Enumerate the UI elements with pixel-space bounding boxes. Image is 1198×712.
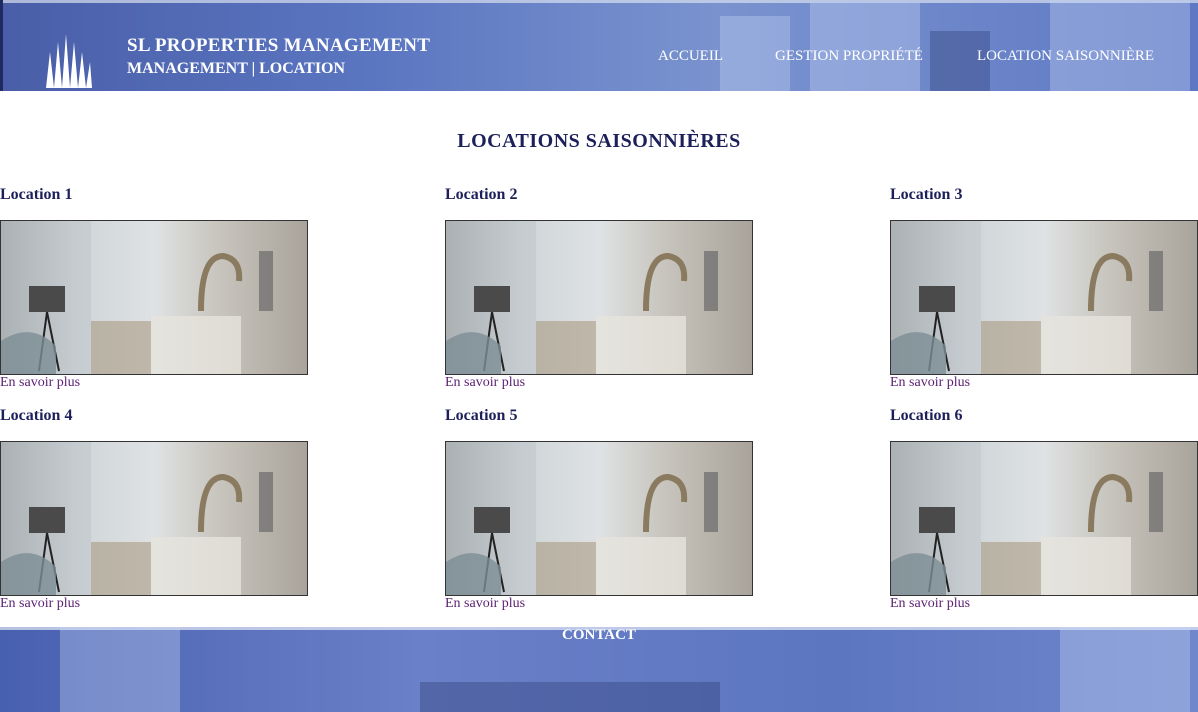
header-top-border [0, 0, 1198, 3]
listing-more-link[interactable]: En savoir plus [890, 596, 1198, 612]
nav-item-accueil[interactable]: ACCUEIL [658, 48, 723, 65]
listing-photo[interactable] [0, 441, 308, 596]
listing-title: Location 3 [890, 186, 963, 203]
company-logo-icon[interactable] [42, 32, 94, 90]
listing-photo[interactable] [890, 220, 1198, 375]
listing-photo[interactable] [445, 441, 753, 596]
background-building [810, 3, 920, 91]
background-building [1050, 0, 1190, 91]
listing-card: Location 6 En savoir plus [890, 407, 1198, 612]
listing-title: Location 1 [0, 186, 73, 203]
listing-card: Location 1 En savoir plus [0, 186, 308, 391]
contact-link[interactable]: CONTACT [0, 627, 1198, 644]
nav-item-gestion-propriete[interactable]: GESTION PROPRIÉTÉ [775, 48, 923, 65]
listing-more-link[interactable]: En savoir plus [445, 375, 753, 391]
listing-title: Location 2 [445, 186, 518, 203]
listing-photo[interactable] [890, 441, 1198, 596]
listing-title: Location 4 [0, 407, 73, 424]
listing-title: Location 6 [890, 407, 963, 424]
listing-more-link[interactable]: En savoir plus [445, 596, 753, 612]
listing-card: Location 2 En savoir plus [445, 186, 753, 391]
listing-photo[interactable] [0, 220, 308, 375]
brand-title[interactable]: SL PROPERTIES MANAGEMENT [127, 35, 430, 57]
header-left-border [0, 0, 3, 91]
listing-card: Location 3 En savoir plus [890, 186, 1198, 391]
listing-more-link[interactable]: En savoir plus [890, 375, 1198, 391]
listing-card: Location 5 En savoir plus [445, 407, 753, 612]
background-building [420, 682, 720, 712]
listing-more-link[interactable]: En savoir plus [0, 375, 308, 391]
nav-item-location-saisonniere[interactable]: LOCATION SAISONNIÈRE [977, 48, 1154, 65]
listing-title: Location 5 [445, 407, 518, 424]
site-header: SL PROPERTIES MANAGEMENT MANAGEMENT | LO… [0, 0, 1198, 91]
listing-photo[interactable] [445, 220, 753, 375]
listing-card: Location 4 En savoir plus [0, 407, 308, 612]
listing-more-link[interactable]: En savoir plus [0, 596, 308, 612]
page-title: LOCATIONS SAISONNIÈRES [457, 130, 741, 152]
brand-subtitle: MANAGEMENT | LOCATION [127, 60, 346, 77]
